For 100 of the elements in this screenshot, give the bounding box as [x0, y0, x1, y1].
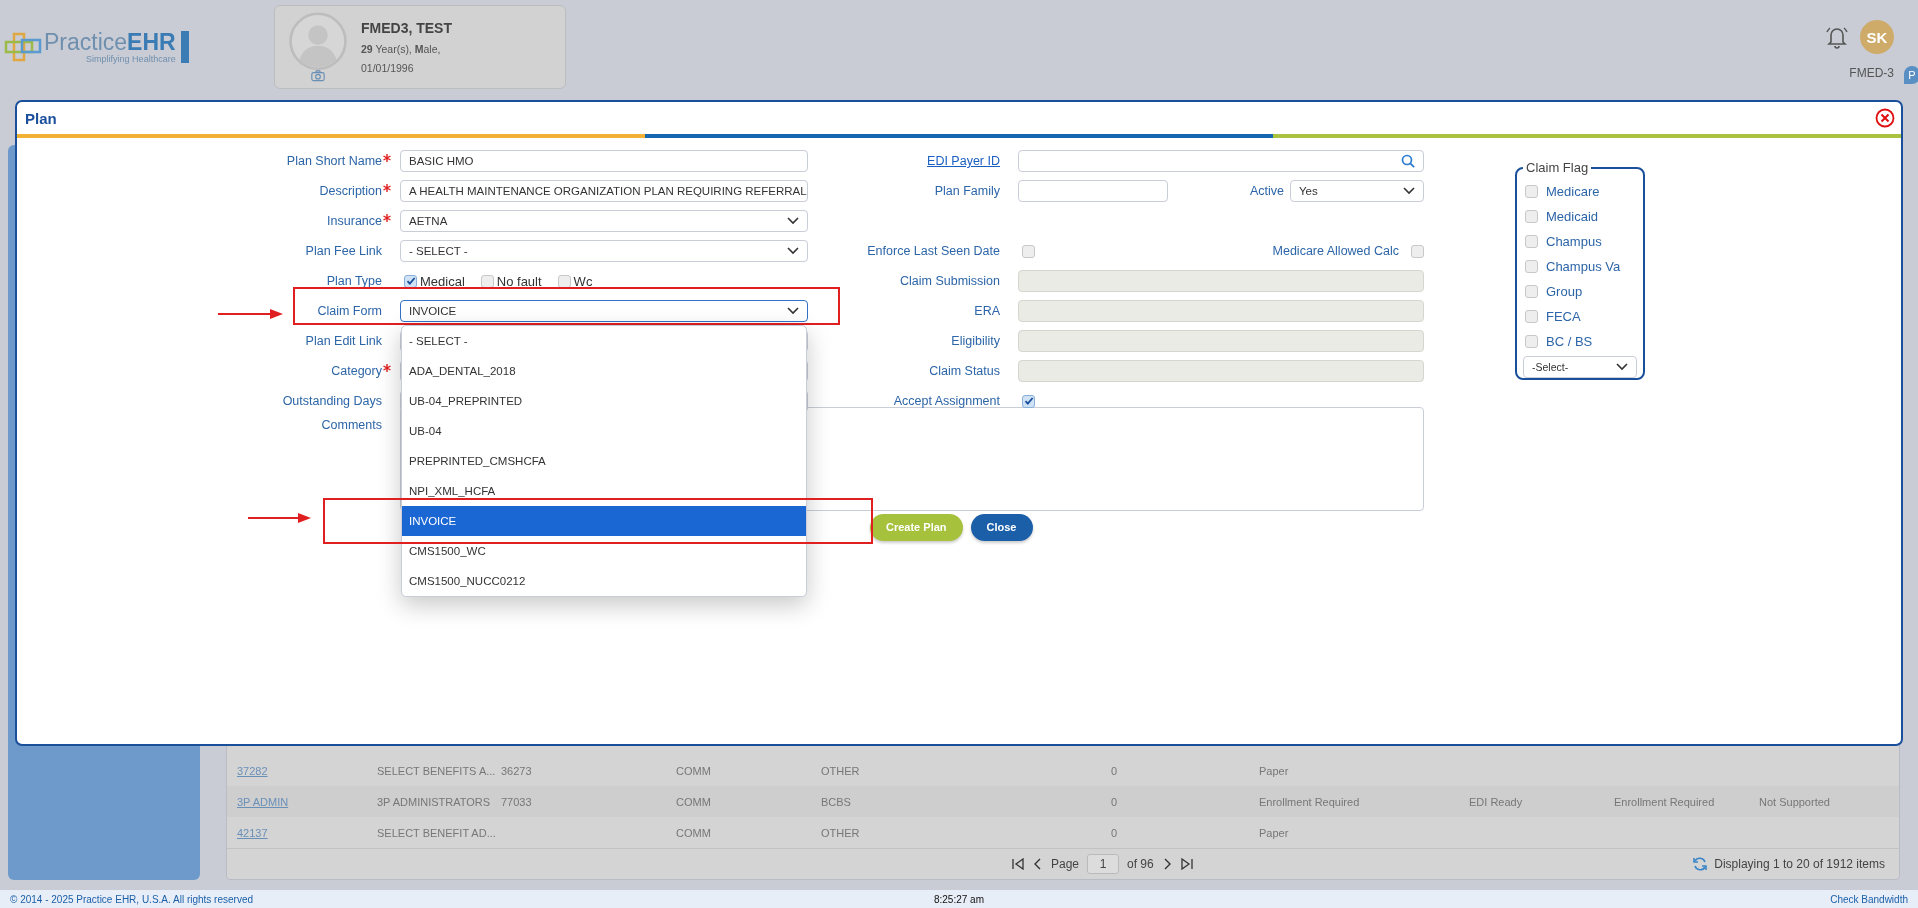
text-field[interactable]: [1018, 180, 1168, 202]
table-cell-text: SELECT BENEFIT AD...: [377, 826, 497, 839]
table-cell-text: Enrollment Required: [1614, 795, 1716, 808]
select-field[interactable]: AETNA: [400, 210, 808, 232]
select-field[interactable]: INVOICE: [400, 300, 808, 322]
logo-text: PracticeEHR: [44, 30, 176, 54]
copyright-text: © 2014 - 2025 Practice EHR, U.S.A. All rights reserved: [10, 893, 255, 905]
table-cell-text: EDI Ready: [1469, 795, 1524, 808]
table-cell-text: 36273: [501, 764, 533, 777]
field-label: Eligibility: [951, 334, 1000, 348]
select-field[interactable]: - SELECT -: [400, 240, 808, 262]
field-label: Plan Type: [326, 274, 382, 288]
field-label: Claim Status: [929, 364, 1000, 378]
select-field[interactable]: -Select-: [1523, 356, 1637, 378]
table-cell-text: 0: [1111, 795, 1119, 808]
checkbox-label: Medical: [420, 273, 465, 289]
field-label: Claim Submission: [899, 274, 1000, 288]
patient-name: FMED3, TEST: [361, 20, 452, 36]
close-button[interactable]: Close: [970, 513, 1033, 541]
dialog-title: Plan: [25, 109, 57, 127]
patient-dob: 01/01/1996: [361, 62, 415, 74]
camera-icon[interactable]: [310, 70, 326, 82]
field-label: Plan Short Name: [286, 154, 382, 168]
group-title: Claim Flag: [1525, 160, 1590, 175]
field-label: Outstanding Days: [282, 394, 382, 408]
checkbox[interactable]: [1022, 394, 1035, 408]
dropdown-option[interactable]: CMS1500_WC: [402, 536, 806, 566]
previous-page-icon[interactable]: [1033, 858, 1043, 870]
dropdown-option[interactable]: NPI_XML_HCFA: [402, 476, 806, 506]
page-label: Page: [1051, 857, 1080, 871]
dropdown-option[interactable]: ADA_DENTAL_2018: [402, 356, 806, 386]
search-icon[interactable]: [1401, 154, 1415, 168]
text-field[interactable]: A HEALTH MAINTENANCE ORGANIZATION PLAN REQUIRING REFERRAL: [400, 180, 808, 202]
dropdown-option[interactable]: - SELECT -: [402, 326, 806, 356]
table-cell-text: OTHER: [821, 764, 861, 777]
clock-time: 8:25:27 am: [933, 893, 984, 905]
checkbox[interactable]: [1022, 244, 1035, 258]
checkbox[interactable]: [404, 274, 417, 288]
check-bandwidth-link[interactable]: Check Bandwidth: [1608, 893, 1908, 905]
patient-card[interactable]: FMED3, TEST 29 Year(s), Male, 01/01/1996: [274, 5, 566, 89]
field-label: Active: [1249, 184, 1284, 198]
table-cell-text: 0: [1111, 764, 1119, 777]
checkbox[interactable]: [1525, 185, 1538, 198]
items-summary: Displaying 1 to 20 of 1912 items: [1714, 857, 1885, 871]
dropdown-option[interactable]: PREPRINTED_CMSHCFA: [402, 446, 806, 476]
checkbox-label: Champus: [1546, 234, 1602, 249]
checkbox-label: Medicaid: [1546, 209, 1599, 224]
field-label: Claim Form: [317, 304, 382, 318]
text-field[interactable]: BASIC HMO: [400, 150, 808, 172]
chevron-down-icon: [1403, 187, 1415, 195]
checkbox-label: Medicare: [1546, 184, 1600, 199]
checkbox[interactable]: [1411, 244, 1424, 258]
checkbox[interactable]: [1525, 235, 1538, 248]
page-count: of 96: [1127, 857, 1154, 871]
refresh-icon[interactable]: [1692, 856, 1709, 872]
table-cell-text: 77033: [501, 795, 533, 808]
field-label: Medicare Allowed Calc: [1272, 244, 1399, 258]
last-page-icon[interactable]: [1179, 858, 1194, 870]
checkbox[interactable]: [1525, 210, 1538, 223]
edi-payer-id-link[interactable]: EDI Payer ID: [927, 154, 1000, 168]
checkbox[interactable]: [1525, 260, 1538, 273]
comments-textarea[interactable]: [400, 407, 1424, 511]
table-cell-text: Paper: [1259, 826, 1290, 839]
table-cell-text: COMM: [676, 764, 712, 777]
checkbox[interactable]: [1525, 310, 1538, 323]
select-field[interactable]: Yes: [1290, 180, 1424, 202]
dropdown-option[interactable]: UB-04: [402, 416, 806, 446]
table-cell-text: SELECT BENEFITS A...: [377, 764, 497, 777]
checkbox-label: Group: [1546, 284, 1583, 299]
checkbox[interactable]: [557, 274, 571, 288]
table-cell-text: Not Supported: [1759, 795, 1831, 808]
chevron-down-icon: [787, 217, 799, 225]
logo-tagline: Simplifying Healthcare: [86, 54, 176, 64]
first-page-icon[interactable]: [1011, 858, 1025, 870]
search-field[interactable]: [1018, 150, 1424, 172]
page-input[interactable]: 1: [1087, 854, 1120, 874]
chevron-down-icon: [787, 307, 799, 315]
field-label: Plan Fee Link: [305, 244, 382, 258]
field-label: Enforce Last Seen Date: [867, 244, 1000, 258]
field-label: Category: [331, 364, 382, 378]
chevron-down-icon: [787, 247, 799, 255]
dropdown-option[interactable]: CMS1500_NUCC0212: [402, 566, 806, 596]
table-cell-text: 3P ADMINISTRATORS: [377, 795, 492, 808]
field-label: Description: [319, 184, 382, 198]
checkbox[interactable]: [1525, 285, 1538, 298]
field-label: Accept Assignment: [893, 394, 1000, 408]
close-icon[interactable]: [1875, 108, 1895, 128]
checkbox[interactable]: [480, 274, 494, 288]
checkbox-label: No fault: [496, 273, 542, 289]
annotation-arrow: [218, 308, 284, 320]
table-cell-text: Paper: [1259, 764, 1290, 777]
chevron-down-icon: [1616, 363, 1628, 371]
checkbox-label: FECA: [1546, 309, 1581, 324]
table-cell-text: 0: [1111, 826, 1119, 839]
dropdown-option[interactable]: UB-04_PREPRINTED: [402, 386, 806, 416]
checkbox-label: Champus Va: [1546, 259, 1621, 274]
dropdown-option[interactable]: INVOICE: [402, 506, 806, 536]
table-cell-text: Enrollment Required: [1259, 795, 1361, 808]
table-cell-text: COMM: [676, 826, 712, 839]
checkbox[interactable]: [1525, 335, 1538, 348]
